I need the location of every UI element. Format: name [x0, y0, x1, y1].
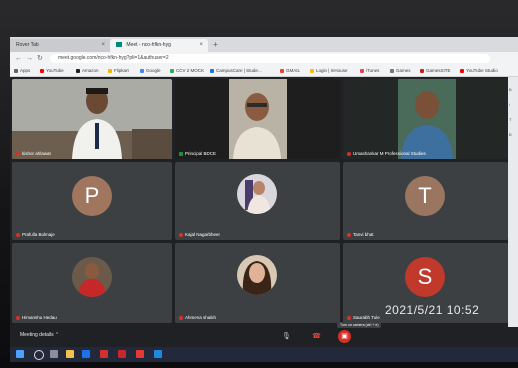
powerpoint-icon[interactable]	[118, 350, 126, 358]
participant-tile[interactable]: Umashankar M Professional Studies	[343, 79, 508, 159]
bookmark-item[interactable]: GamesSITE	[420, 65, 451, 76]
word-icon[interactable]	[154, 350, 162, 358]
windows-taskbar	[10, 347, 518, 362]
avatar	[237, 255, 277, 295]
mic-off-icon	[347, 151, 351, 156]
amazon-icon	[76, 68, 80, 73]
bookmark-icon	[310, 68, 314, 73]
flipkart-icon	[108, 68, 112, 73]
participant-name: Saurabh Tule	[347, 315, 380, 320]
itunes-icon	[360, 68, 364, 73]
meet-favicon-icon	[116, 42, 122, 48]
participant-name: Prafulla Bolmaje	[16, 232, 55, 237]
avatar: T	[405, 176, 445, 216]
google-icon	[140, 68, 144, 73]
participant-name: Ahmena shaikh	[179, 315, 216, 320]
participant-name: Principal BDCE	[179, 151, 216, 156]
back-icon[interactable]: ←	[15, 52, 22, 65]
avatar	[237, 174, 277, 214]
address-bar: ← → ↻ meet.google.com/nco-hfkn-hyg?pli=1…	[10, 52, 518, 65]
mic-off-icon	[179, 315, 183, 320]
bookmark-item[interactable]: YouTube	[40, 65, 64, 76]
new-tab-button[interactable]: +	[213, 39, 218, 51]
bookmark-item[interactable]: Google	[140, 65, 161, 76]
youtube-icon	[40, 68, 44, 73]
participant-tile[interactable]: P Prafulla Bolmaje	[12, 162, 172, 240]
bookmark-item[interactable]: CCV 2 MOCK	[170, 65, 204, 76]
bookmark-item[interactable]: Apps	[14, 65, 30, 76]
forward-icon[interactable]: →	[26, 52, 33, 65]
youtube-icon	[460, 68, 464, 73]
mic-off-icon	[179, 232, 183, 237]
participant-name: Kajal Nagarbheer	[179, 232, 220, 237]
bookmark-icon	[390, 68, 394, 73]
file-explorer-icon[interactable]	[66, 350, 74, 358]
photo-timestamp: 2021/5/21 10:52	[385, 303, 480, 317]
apps-icon	[14, 68, 18, 73]
participant-name: Umashankar M Professional Studies	[347, 151, 426, 156]
mic-off-icon	[16, 232, 20, 237]
close-icon[interactable]: ×	[199, 39, 203, 52]
participant-tile[interactable]: T Tanvi bhat	[343, 162, 508, 240]
bookmark-icon	[170, 68, 174, 73]
bookmark-item[interactable]: CampusCare | Stude...	[210, 65, 262, 76]
task-view-icon[interactable]	[50, 350, 58, 358]
avatar: P	[72, 176, 112, 216]
tooltip: Turn on camera (ctrl + e)	[337, 322, 382, 328]
app-icon[interactable]	[100, 350, 108, 358]
bookmark-item[interactable]: GMAIL	[280, 65, 300, 76]
participant-video	[175, 79, 340, 159]
participant-tile[interactable]: Ahmena shaikh	[175, 243, 340, 323]
tab-label: Meet - nco-hfkn-hyg	[126, 42, 171, 48]
close-icon[interactable]: ×	[101, 39, 105, 52]
participant-tile[interactable]: Himanshu Hedau	[12, 243, 172, 323]
bookmark-item[interactable]: Games	[390, 65, 411, 76]
mic-off-icon	[16, 151, 20, 156]
participant-tile[interactable]: kishor ahlawat	[12, 79, 172, 159]
meet-grid: kishor ahlawat Principal BDCE Umashankar…	[10, 77, 518, 337]
audio-icon	[179, 151, 183, 156]
participant-name: Tanvi bhat	[347, 232, 374, 237]
end-call-icon[interactable]: ☎	[310, 330, 323, 343]
bookmark-item[interactable]: Flipkart	[108, 65, 129, 76]
participant-video	[343, 79, 508, 159]
browser-tab-bar: Rover Tab × Meet - nco-hfkn-hyg × +	[10, 37, 518, 52]
participant-tile[interactable]: Kajal Nagarbheer	[175, 162, 340, 240]
app-icon[interactable]	[136, 350, 144, 358]
meet-toolbar: Meeting details ⌃ 🎙 ☎ ▣ Turn on camera (…	[10, 322, 518, 347]
bookmark-item[interactable]: Login | InHouse	[310, 65, 347, 76]
windows-start-icon[interactable]	[16, 350, 24, 358]
tab-rover[interactable]: Rover Tab ×	[10, 39, 110, 52]
bookmark-icon	[420, 68, 424, 73]
chrome-icon[interactable]	[82, 350, 90, 358]
participant-name: Himanshu Hedau	[16, 315, 57, 320]
url-input[interactable]: meet.google.com/nco-hfkn-hyg?pli=1&authu…	[50, 54, 490, 63]
search-icon[interactable]	[34, 350, 44, 360]
side-panel: BiTB	[508, 77, 518, 337]
bookmark-item[interactable]: YouTube Studio	[460, 65, 498, 76]
gmail-icon	[280, 68, 284, 73]
camera-off-button[interactable]: ▣	[338, 330, 351, 343]
avatar	[72, 257, 112, 297]
bookmark-item[interactable]: iTunes	[360, 65, 379, 76]
avatar: S	[405, 257, 445, 297]
mic-off-icon	[16, 315, 20, 320]
mic-off-icon	[347, 232, 351, 237]
bookmark-icon	[210, 68, 214, 73]
reload-icon[interactable]: ↻	[37, 52, 43, 65]
bookmarks-bar: Apps YouTube Amazon Flipkart Google CCV …	[10, 65, 518, 77]
participant-tile[interactable]: Principal BDCE	[175, 79, 340, 159]
meeting-details-button[interactable]: Meeting details ⌃	[20, 332, 59, 338]
participant-name: kishor ahlawat	[16, 151, 51, 156]
tab-meet[interactable]: Meet - nco-hfkn-hyg ×	[110, 39, 208, 52]
bookmark-item[interactable]: Amazon	[76, 65, 99, 76]
mic-off-icon	[347, 315, 351, 320]
participant-video	[12, 79, 172, 159]
tab-label: Rover Tab	[16, 42, 39, 48]
mic-icon[interactable]: 🎙	[280, 330, 293, 343]
